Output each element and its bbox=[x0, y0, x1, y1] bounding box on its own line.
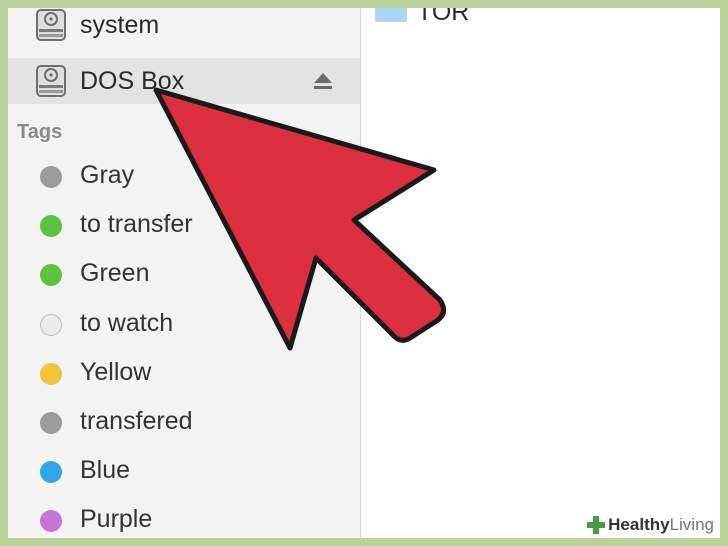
tag-color-dot-icon bbox=[40, 264, 62, 286]
tag-item-to-transfer[interactable]: to transfer bbox=[8, 204, 360, 248]
sidebar-item-label: DOS Box bbox=[80, 66, 185, 95]
folder-icon bbox=[375, 8, 407, 22]
eject-icon[interactable] bbox=[312, 70, 334, 92]
sidebar-item-system[interactable]: system bbox=[8, 8, 360, 48]
watermark-brand-suffix: Living bbox=[669, 515, 714, 534]
tag-label: Purple bbox=[80, 505, 153, 533]
tag-label: Gray bbox=[80, 161, 135, 189]
tag-item-gray[interactable]: Gray bbox=[8, 155, 360, 199]
hard-drive-icon bbox=[36, 9, 66, 41]
hard-drive-icon bbox=[36, 65, 66, 97]
tag-color-dot-icon bbox=[40, 363, 62, 385]
sidebar-item-dos-box[interactable]: DOS Box bbox=[8, 58, 360, 104]
tag-item-purple[interactable]: Purple bbox=[8, 499, 360, 538]
tag-item-blue[interactable]: Blue bbox=[8, 450, 360, 494]
tag-label: transfered bbox=[80, 407, 193, 435]
tag-color-dot-icon bbox=[40, 510, 62, 532]
tag-label: Yellow bbox=[80, 358, 152, 386]
tag-color-dot-icon bbox=[40, 461, 62, 483]
file-browser-content: TOR bbox=[361, 8, 720, 538]
tag-item-green[interactable]: Green bbox=[8, 253, 360, 297]
tag-color-dot-icon bbox=[40, 166, 62, 188]
tag-item-yellow[interactable]: Yellow bbox=[8, 352, 360, 396]
tag-color-dot-icon bbox=[40, 314, 62, 336]
tag-color-dot-icon bbox=[40, 412, 62, 434]
watermark: Healthy Living bbox=[582, 512, 720, 538]
file-item-label: TOR bbox=[417, 8, 470, 26]
cross-icon bbox=[587, 516, 606, 534]
tag-label: Blue bbox=[80, 456, 131, 484]
tags-section-title: Tags bbox=[17, 121, 63, 143]
watermark-brand: Healthy bbox=[608, 515, 670, 534]
tag-label: Green bbox=[80, 259, 150, 287]
tag-item-transfered[interactable]: transfered bbox=[8, 401, 360, 445]
tag-label: to watch bbox=[80, 309, 174, 337]
finder-window: system DOS Box Tags Gray to transfer Gre… bbox=[8, 8, 720, 538]
sidebar: system DOS Box Tags Gray to transfer Gre… bbox=[8, 8, 361, 538]
tag-label: to transfer bbox=[80, 210, 193, 238]
sidebar-item-label: system bbox=[80, 10, 160, 39]
tag-item-to-watch[interactable]: to watch bbox=[8, 303, 360, 347]
tag-color-dot-icon bbox=[40, 215, 62, 237]
